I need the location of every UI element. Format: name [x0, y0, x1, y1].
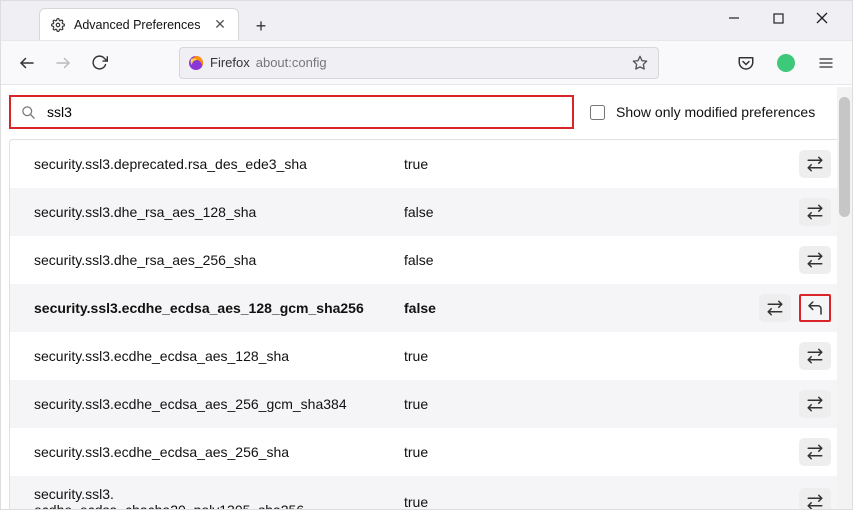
maximize-button[interactable] — [756, 4, 800, 32]
pref-actions — [799, 390, 831, 418]
pref-actions — [799, 488, 831, 509]
toggle-button[interactable] — [799, 488, 831, 509]
firefox-logo-icon — [188, 55, 204, 71]
search-icon — [19, 103, 37, 121]
reset-button[interactable] — [799, 294, 831, 322]
pref-actions — [799, 150, 831, 178]
pref-name: security.ssl3.ecdhe_ecdsa_aes_256_sha — [34, 444, 404, 460]
toggle-button[interactable] — [799, 390, 831, 418]
pref-name: security.ssl3. ecdhe_ecdsa_chacha20_poly… — [34, 486, 404, 509]
preference-search-box[interactable] — [9, 95, 574, 129]
preference-search-input[interactable] — [45, 103, 564, 121]
extension-icon[interactable] — [770, 47, 802, 79]
reload-button[interactable] — [83, 47, 115, 79]
url-path: about:config — [256, 55, 327, 70]
table-row: security.ssl3.ecdhe_ecdsa_aes_256_gcm_sh… — [10, 380, 843, 428]
toggle-button[interactable] — [799, 150, 831, 178]
table-row: security.ssl3.dhe_rsa_aes_128_shafalse — [10, 188, 843, 236]
page-content: Show only modified preferences security.… — [1, 87, 852, 509]
close-tab-icon[interactable]: ✕ — [212, 17, 228, 33]
toggle-button[interactable] — [799, 246, 831, 274]
pref-value: false — [404, 252, 799, 268]
toggle-button[interactable] — [799, 198, 831, 226]
pocket-icon[interactable] — [730, 47, 762, 79]
toggle-button[interactable] — [759, 294, 791, 322]
browser-tab[interactable]: Advanced Preferences ✕ — [39, 8, 239, 40]
table-row: security.ssl3.ecdhe_ecdsa_aes_128_shatru… — [10, 332, 843, 380]
pref-actions — [759, 294, 831, 322]
pref-value: true — [404, 494, 799, 509]
vertical-scrollbar[interactable] — [837, 87, 852, 509]
pref-name: security.ssl3.dhe_rsa_aes_128_sha — [34, 204, 404, 220]
pref-value: true — [404, 348, 799, 364]
url-bar[interactable]: Firefox about:config — [179, 47, 659, 79]
toggle-button[interactable] — [799, 342, 831, 370]
browser-toolbar: Firefox about:config — [1, 41, 852, 85]
close-window-button[interactable] — [800, 4, 844, 32]
pref-value: false — [404, 204, 799, 220]
pref-actions — [799, 198, 831, 226]
pref-value: false — [404, 300, 759, 316]
pref-actions — [799, 342, 831, 370]
table-row: security.ssl3.deprecated.rsa_des_ede3_sh… — [10, 140, 843, 188]
pref-name: security.ssl3.deprecated.rsa_des_ede3_sh… — [34, 156, 404, 172]
table-row: security.ssl3.ecdhe_ecdsa_aes_128_gcm_sh… — [10, 284, 843, 332]
pref-actions — [799, 246, 831, 274]
show-only-modified-checkbox[interactable] — [590, 105, 605, 120]
window-titlebar: Advanced Preferences ✕ + — [1, 1, 852, 41]
tab-title: Advanced Preferences — [74, 18, 212, 32]
show-only-modified-label: Show only modified preferences — [616, 104, 815, 120]
url-identity-label: Firefox — [210, 55, 250, 70]
pref-name: security.ssl3.dhe_rsa_aes_256_sha — [34, 252, 404, 268]
search-row: Show only modified preferences — [9, 95, 844, 129]
table-row: security.ssl3. ecdhe_ecdsa_chacha20_poly… — [10, 476, 843, 509]
app-menu-button[interactable] — [810, 47, 842, 79]
preferences-table: security.ssl3.deprecated.rsa_des_ede3_sh… — [9, 139, 844, 509]
back-button[interactable] — [11, 47, 43, 79]
window-controls — [712, 0, 844, 40]
pref-name: security.ssl3.ecdhe_ecdsa_aes_256_gcm_sh… — [34, 396, 404, 412]
bookmark-star-icon[interactable] — [630, 53, 650, 73]
table-row: security.ssl3.dhe_rsa_aes_256_shafalse — [10, 236, 843, 284]
pref-name: security.ssl3.ecdhe_ecdsa_aes_128_gcm_sh… — [34, 300, 404, 316]
forward-button[interactable] — [47, 47, 79, 79]
pref-value: true — [404, 156, 799, 172]
gear-icon — [50, 17, 66, 33]
pref-name: security.ssl3.ecdhe_ecdsa_aes_128_sha — [34, 348, 404, 364]
toggle-button[interactable] — [799, 438, 831, 466]
pref-value: true — [404, 396, 799, 412]
toolbar-right-icons — [730, 47, 842, 79]
pref-actions — [799, 438, 831, 466]
minimize-button[interactable] — [712, 4, 756, 32]
pref-value: true — [404, 444, 799, 460]
show-only-modified-toggle[interactable]: Show only modified preferences — [586, 102, 815, 123]
new-tab-button[interactable]: + — [247, 12, 275, 40]
table-row: security.ssl3.ecdhe_ecdsa_aes_256_shatru… — [10, 428, 843, 476]
scrollbar-thumb[interactable] — [839, 97, 850, 217]
